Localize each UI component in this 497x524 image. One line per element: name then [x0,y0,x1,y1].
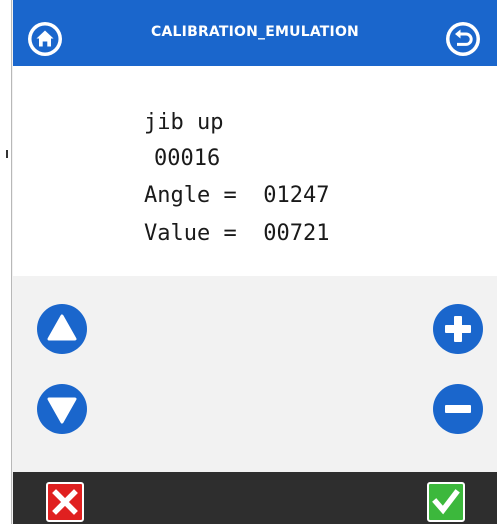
window-left-edge [0,0,12,524]
edge-tick [6,150,8,158]
confirm-button[interactable] [427,482,465,522]
value-value: 00721 [263,221,330,246]
minus-icon [433,384,483,434]
readout-panel: jib up 00016 Angle = 01247 Value = 00721 [13,66,497,276]
angle-value: 01247 [263,183,330,208]
header-bar: CALIBRATION_EMULATION [13,0,497,66]
mode-label: jib up [144,110,224,135]
angle-row: Angle = 01247 [144,183,329,208]
value-row: Value = 00721 [144,221,329,246]
minus-button[interactable] [432,383,484,435]
plus-button[interactable] [432,303,484,355]
calibration-screen: CALIBRATION_EMULATION jib up 00016 Angle… [13,0,497,524]
page-title: CALIBRATION_EMULATION [151,24,359,40]
back-button[interactable] [444,20,482,58]
check-icon [427,482,465,522]
close-icon [46,482,84,522]
triangle-up-icon [37,304,87,354]
up-button[interactable] [36,303,88,355]
count-value: 00016 [154,146,221,171]
angle-label: Angle = [144,183,237,208]
cancel-button[interactable] [46,482,84,522]
plus-icon [433,304,483,354]
down-button[interactable] [36,383,88,435]
return-icon [446,22,480,56]
triangle-down-icon [37,384,87,434]
footer-bar [13,472,497,524]
value-label: Value = [144,221,237,246]
